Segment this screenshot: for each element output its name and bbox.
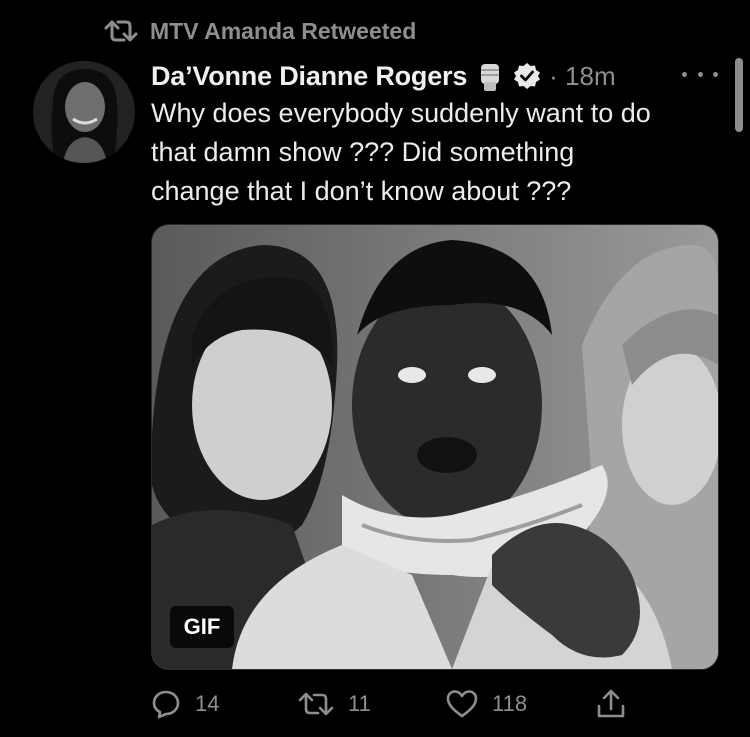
tweet-line: change that I don’t know about ??? (151, 176, 572, 206)
gif-badge: GIF (170, 606, 234, 648)
reply-button[interactable]: 14 (151, 686, 219, 722)
tweet-line: that damn show ??? Did something (151, 137, 575, 167)
verified-badge-icon (513, 62, 541, 90)
more-options-icon[interactable] (682, 64, 718, 84)
tweet-timestamp[interactable]: · 18m (549, 61, 615, 92)
retweet-indicator[interactable]: MTV Amanda Retweeted (104, 14, 416, 48)
share-icon (596, 688, 626, 720)
like-count: 118 (492, 691, 528, 716)
tweet-media-gif[interactable] (151, 224, 719, 670)
tweet-header: Da’Vonne Dianne Rogers · 18m (151, 56, 616, 96)
retweet-button[interactable]: 11 (298, 686, 371, 722)
avatar[interactable] (33, 61, 135, 163)
retweet-count: 11 (348, 691, 371, 716)
heart-icon (446, 689, 478, 719)
scrollbar[interactable] (735, 58, 743, 132)
tweet-actions: 14 11 118 (0, 686, 750, 722)
author-name[interactable]: Da’Vonne Dianne Rogers (151, 61, 467, 92)
share-button[interactable] (596, 686, 626, 722)
tweet-text: Why does everybody suddenly want to do t… (151, 94, 721, 211)
retweet-label: MTV Amanda Retweeted (150, 17, 417, 44)
like-button[interactable]: 118 (446, 686, 527, 722)
raised-fist-emoji-icon (475, 60, 505, 92)
reply-icon (151, 689, 181, 719)
retweet-icon (298, 690, 334, 718)
tweet-line: Why does everybody suddenly want to do (151, 98, 651, 128)
retweet-icon (104, 18, 138, 44)
reply-count: 14 (195, 691, 220, 716)
